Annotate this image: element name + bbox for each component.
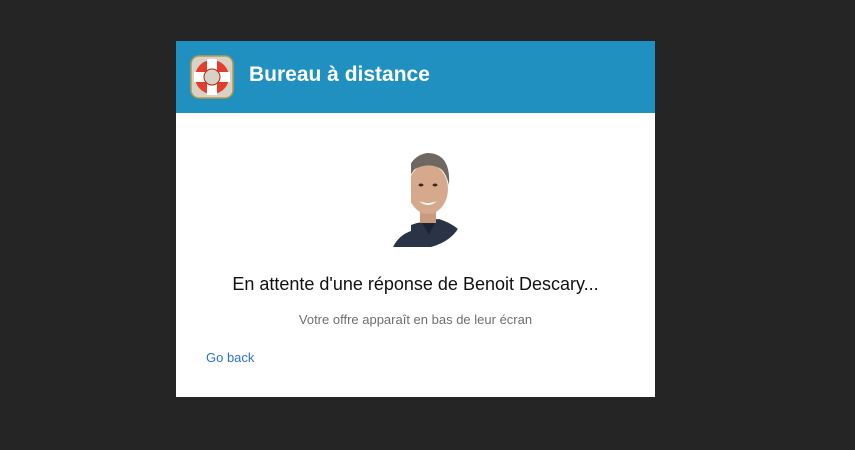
offer-subtitle: Votre offre apparaît en bas de leur écra… [298,312,533,327]
user-avatar [393,143,463,247]
remote-desktop-dialog: Bureau à distance En attente d'une répon… [176,41,655,397]
lifebuoy-icon [190,55,234,99]
dialog-header: Bureau à distance [176,41,655,113]
waiting-message: En attente d'une réponse de Benoit Desca… [232,274,599,294]
go-back-link[interactable]: Go back [206,350,254,365]
dialog-title: Bureau à distance [249,63,430,86]
